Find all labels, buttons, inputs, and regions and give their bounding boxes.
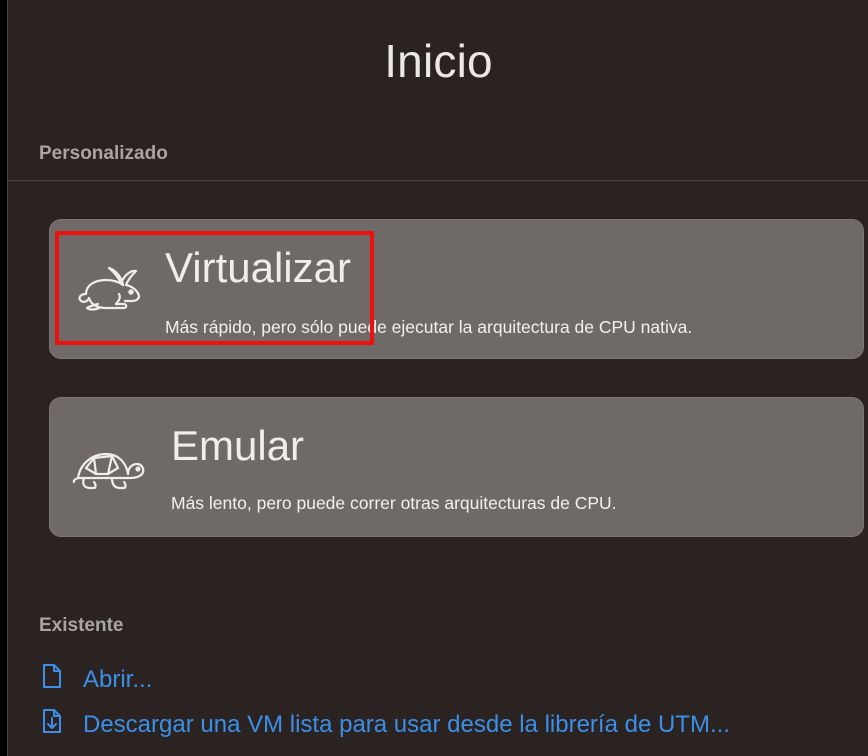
welcome-window: Inicio Personalizado Virtualizar Más ráp… [7,0,868,756]
turtle-icon [72,444,146,494]
open-link[interactable]: Abrir... [41,662,152,697]
section-divider [8,180,868,181]
open-link-label: Abrir... [83,665,153,693]
section-label-custom: Personalizado [39,143,168,164]
rabbit-icon [72,264,146,314]
document-icon [41,662,83,697]
download-gallery-link[interactable]: Descargar una VM lista para usar desde l… [41,707,730,742]
virtualize-title: Virtualizar [165,244,351,291]
document-download-icon [41,707,83,742]
download-gallery-link-label: Descargar una VM lista para usar desde l… [83,710,730,738]
virtualize-option-button[interactable]: Virtualizar Más rápido, pero sólo puede … [49,219,864,359]
section-label-existing: Existente [39,615,124,636]
emulate-description: Más lento, pero puede correr otras arqui… [171,493,617,513]
emulate-option-button[interactable]: Emular Más lento, pero puede correr otra… [49,397,864,537]
virtualize-description: Más rápido, pero sólo puede ejecutar la … [165,317,693,337]
emulate-title: Emular [171,422,305,469]
page-title: Inicio [384,35,493,87]
